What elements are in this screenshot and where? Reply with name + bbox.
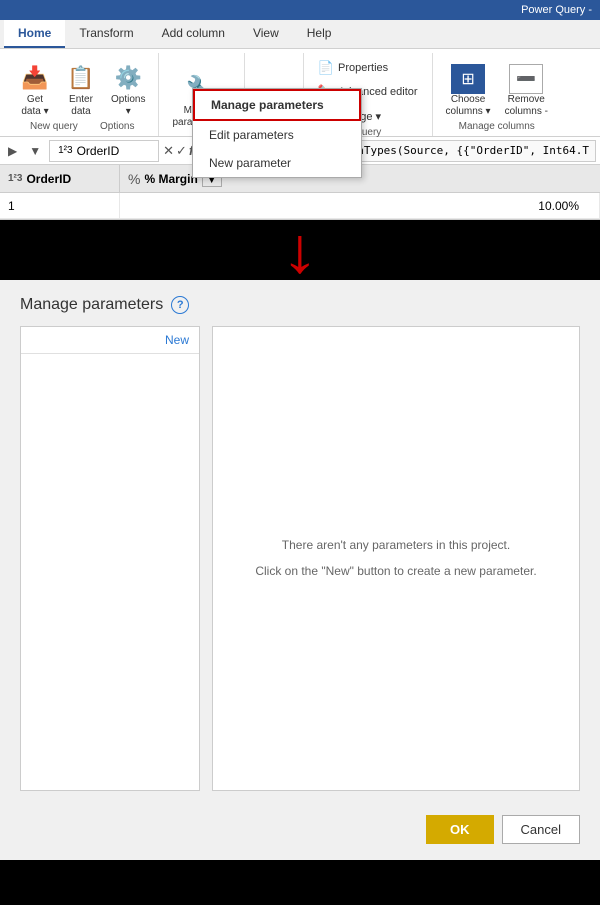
dropdown-menu: Manage parameters Edit parameters New pa… [192,88,362,178]
name-box: 1²3 OrderID [49,140,159,162]
down-arrow-icon: ↓ [281,218,319,282]
get-data-button[interactable]: 📥 Getdata ▾ [14,59,56,121]
options-button[interactable]: ⚙️ Options▾ [106,59,150,121]
remove-columns-label: Removecolumns - [505,94,548,118]
tab-view[interactable]: View [239,20,293,48]
properties-label: Properties [338,62,388,74]
tab-add-column[interactable]: Add column [148,20,239,48]
margin-percent-icon: % [128,171,140,187]
margin-label: % Margin [144,172,197,186]
nav-collapse-arrow[interactable]: ▼ [25,142,45,160]
title-bar: Power Query - [0,0,600,20]
title-text: Power Query - [521,4,592,16]
dialog-body: New There aren't any parameters in this … [0,322,600,807]
new-query-group-label: New query Options [30,121,135,136]
no-params-line2: Click on the "New" button to create a ne… [255,562,536,581]
options-icon: ⚙️ [112,62,144,94]
cancel-formula-icon[interactable]: ✕ [163,143,174,159]
orderid-cell: 1 [0,193,120,218]
manage-cols-group-label: Manage columns [459,121,535,136]
ribbon-group-manage-cols: ⊞ Choosecolumns ▾ ➖ Removecolumns - Mana… [433,53,561,136]
cancel-button[interactable]: Cancel [502,815,580,844]
help-icon[interactable]: ? [171,296,189,314]
remove-columns-button[interactable]: ➖ Removecolumns - [500,61,553,121]
choose-columns-icon: ⊞ [451,64,485,94]
get-data-icon: 📥 [19,62,51,94]
dropdown-item-edit-parameters[interactable]: Edit parameters [193,121,361,149]
manage-cols-buttons: ⊞ Choosecolumns ▾ ➖ Removecolumns - [441,53,553,121]
new-parameter-button[interactable]: New [21,327,199,354]
remove-columns-icon: ➖ [509,64,543,94]
choose-columns-button[interactable]: ⊞ Choosecolumns ▾ [441,61,496,121]
grid-column-header-orderid[interactable]: 1²3 OrderID [0,165,120,192]
dialog-footer: OK Cancel [0,807,600,860]
enter-data-button[interactable]: 📋 Enterdata [60,59,102,121]
params-list-empty [21,354,199,790]
options-label: Options▾ [111,94,145,118]
nav-expand-arrow[interactable]: ▶ [4,142,21,160]
ribbon-tabs: Home Transform Add column View Help [0,20,600,49]
enter-data-icon: 📋 [65,62,97,94]
no-params-line1: There aren't any parameters in this proj… [282,536,510,555]
dropdown-item-new-parameter[interactable]: New parameter [193,149,361,177]
dropdown-item-manage-parameters[interactable]: Manage parameters [193,89,361,121]
margin-cell: 10.00% [120,193,600,218]
properties-icon: 📄 [318,60,334,76]
properties-button[interactable]: 📄 Properties [312,57,394,79]
tab-home[interactable]: Home [4,20,65,48]
confirm-formula-icon[interactable]: ✓ [176,143,187,159]
margin-value: 10.00% [538,199,579,213]
params-list-panel: New [20,326,200,791]
enter-data-label: Enterdata [69,94,93,118]
params-detail-panel: There aren't any parameters in this proj… [212,326,580,791]
manage-parameters-dialog: Manage parameters ? New There aren't any… [0,280,600,860]
name-box-text: OrderID [77,144,120,158]
choose-columns-label: Choosecolumns ▾ [446,94,491,118]
orderid-value: 1 [8,199,15,213]
column-header-label: OrderID [26,172,71,186]
dialog-title: Manage parameters [20,296,163,314]
ok-button[interactable]: OK [426,815,494,844]
tab-help[interactable]: Help [293,20,346,48]
get-data-label: Getdata ▾ [21,94,48,118]
ribbon-group-new-query: 📥 Getdata ▾ 📋 Enterdata ⚙️ Options▾ New … [6,53,159,136]
name-box-icon: 1²3 [58,145,72,156]
dialog-title-bar: Manage parameters ? [0,280,600,322]
column-type-icon: 1²3 [8,173,22,184]
tab-transform[interactable]: Transform [65,20,147,48]
separator: ↓ [0,220,600,280]
new-query-buttons: 📥 Getdata ▾ 📋 Enterdata ⚙️ Options▾ [14,53,150,121]
